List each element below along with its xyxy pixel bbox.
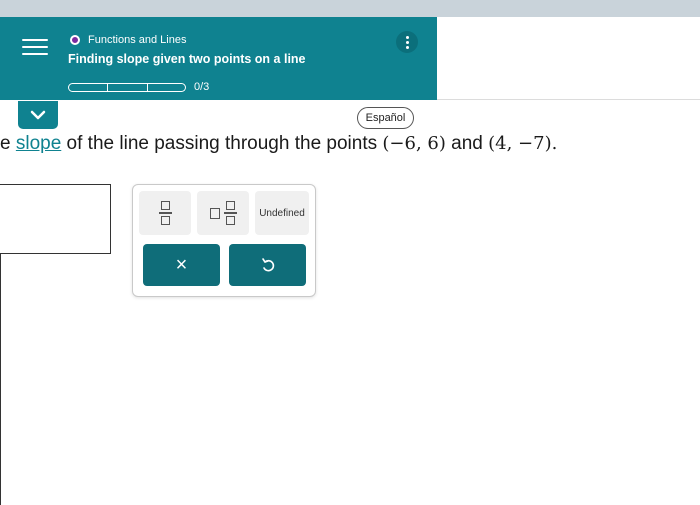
question-prefix: e <box>0 133 16 154</box>
fraction-button[interactable] <box>139 191 191 235</box>
topic-status-icon <box>70 35 80 45</box>
math-palette: Undefined × <box>132 184 316 297</box>
close-icon: × <box>175 253 188 276</box>
page-title: Finding slope given two points on a line <box>68 52 306 66</box>
clear-button[interactable]: × <box>143 244 220 286</box>
topic-label: Functions and Lines <box>88 34 187 46</box>
left-border <box>0 254 1 505</box>
mixed-number-icon <box>209 201 237 225</box>
undo-button[interactable] <box>229 244 306 286</box>
language-toggle-button[interactable]: Español <box>357 107 414 129</box>
header-bar: Functions and Lines Finding slope given … <box>0 17 437 100</box>
answer-input[interactable] <box>0 184 111 254</box>
slope-link[interactable]: slope <box>16 133 61 154</box>
undefined-button[interactable]: Undefined <box>255 191 309 235</box>
top-strip <box>0 0 700 17</box>
question-and: and <box>445 133 489 154</box>
progress-segment <box>68 82 108 92</box>
progress-segment <box>148 82 186 92</box>
fraction-icon <box>158 201 172 225</box>
point-two: (4, −7) <box>488 133 552 154</box>
progress-segment <box>108 82 148 92</box>
mixed-number-button[interactable] <box>197 191 249 235</box>
menu-icon[interactable] <box>22 39 48 61</box>
question-middle: of the line passing through the points <box>61 133 383 154</box>
header-spacer <box>437 17 700 100</box>
progress-count: 0/3 <box>194 81 210 93</box>
progress-indicator: 0/3 <box>68 81 209 93</box>
undo-icon <box>261 258 274 272</box>
collapse-button[interactable] <box>18 101 58 129</box>
chevron-down-icon <box>30 110 46 120</box>
topic-row: Functions and Lines <box>70 34 186 46</box>
point-one: (−6, 6) <box>382 133 446 154</box>
kebab-icon[interactable] <box>396 31 418 53</box>
question-text: e slope of the line passing through the … <box>0 133 557 155</box>
question-end: . <box>551 133 558 154</box>
